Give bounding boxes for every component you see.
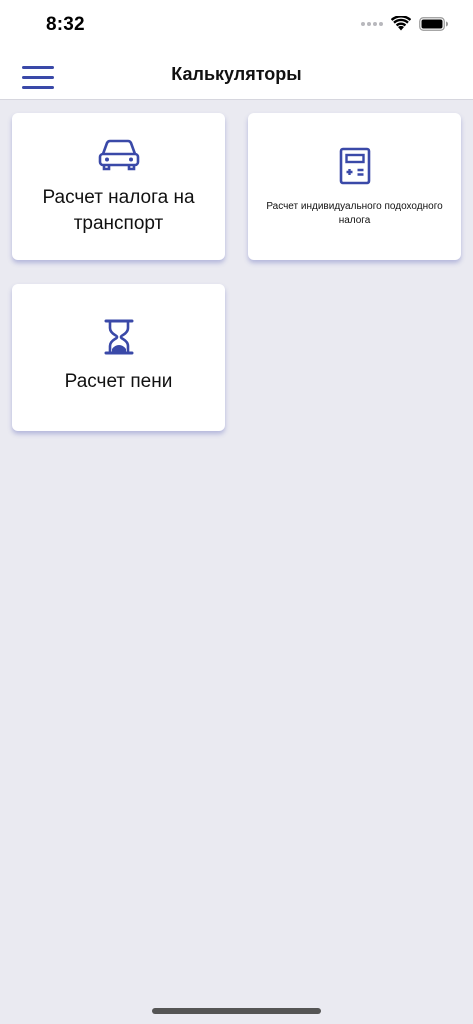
card-income-tax[interactable]: Расчет индивидуального подоходного налог… xyxy=(248,113,461,260)
card-penalty[interactable]: Расчет пени xyxy=(12,284,225,431)
page-title: Калькуляторы xyxy=(171,64,302,84)
wifi-icon xyxy=(391,16,411,31)
card-label: Расчет индивидуального подоходного налог… xyxy=(266,201,443,226)
calculator-icon xyxy=(339,147,370,185)
status-time: 8:32 xyxy=(46,14,85,35)
signal-dots-icon xyxy=(361,21,383,26)
card-label: Расчет налога на транспорт xyxy=(42,187,195,234)
car-icon xyxy=(98,139,139,171)
card-transport-tax[interactable]: Расчет налога на транспорт xyxy=(12,113,225,260)
hourglass-icon xyxy=(104,319,133,355)
battery-icon xyxy=(419,16,448,31)
status-icons xyxy=(361,16,449,31)
home-indicator xyxy=(152,1008,321,1014)
status-bar: 8:32 xyxy=(0,0,473,50)
card-label: Расчет пени xyxy=(64,371,173,392)
nav-bar: Калькуляторы xyxy=(0,50,473,100)
